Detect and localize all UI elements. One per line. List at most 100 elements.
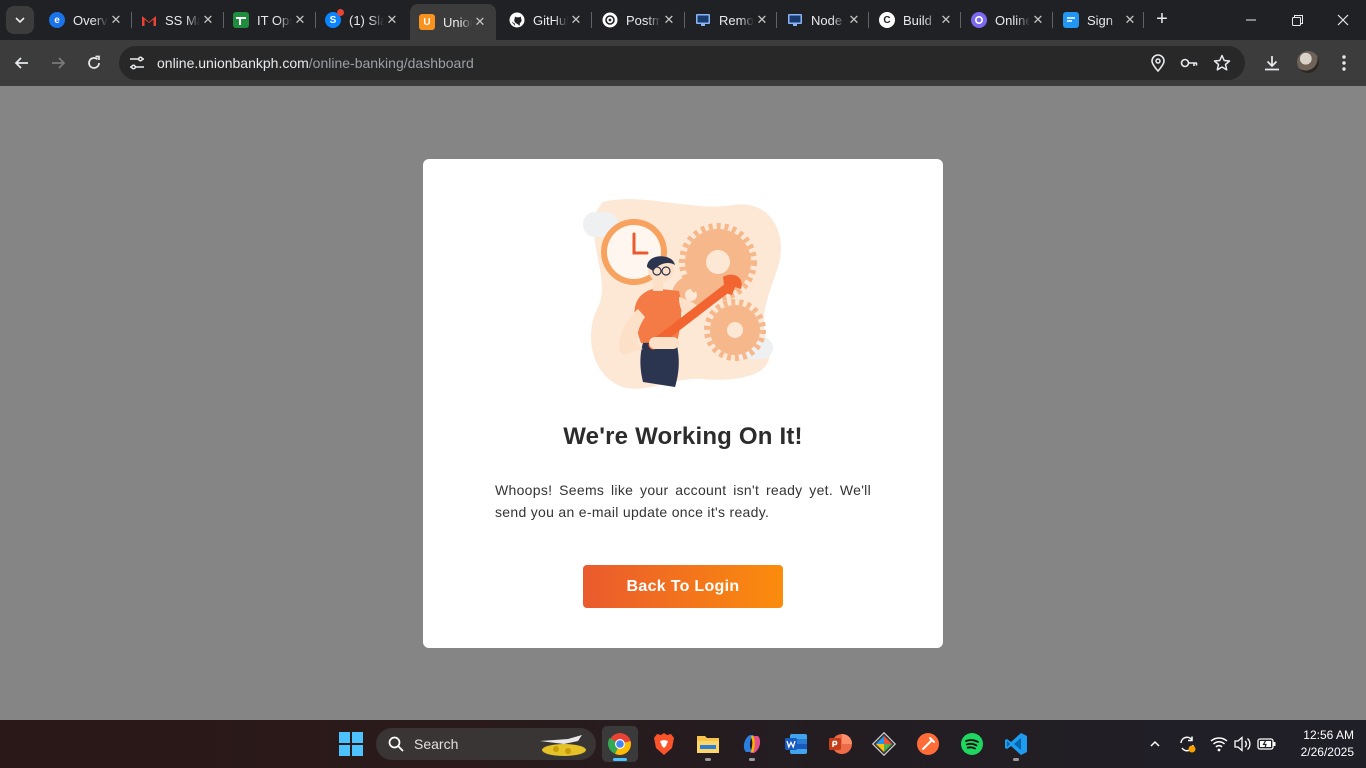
chrome-icon bbox=[608, 733, 631, 755]
tab-10[interactable]: Online ✕ bbox=[962, 4, 1054, 36]
tray-sync[interactable] bbox=[1176, 732, 1198, 756]
show-hidden-icons-button[interactable] bbox=[1144, 732, 1166, 756]
back-to-login-button[interactable]: Back To Login bbox=[583, 565, 783, 608]
close-icon[interactable]: ✕ bbox=[568, 12, 584, 28]
url-text[interactable]: online.unionbankph.com/online-banking/da… bbox=[157, 55, 474, 71]
taskbar-vscode[interactable] bbox=[998, 726, 1034, 762]
close-icon[interactable]: ✕ bbox=[938, 12, 954, 28]
openai-icon bbox=[602, 12, 618, 28]
close-icon[interactable]: ✕ bbox=[108, 12, 124, 28]
close-icon[interactable]: ✕ bbox=[1030, 12, 1046, 28]
kebab-menu-icon[interactable] bbox=[1334, 53, 1354, 73]
blue-card-icon bbox=[1063, 12, 1079, 28]
tab-6[interactable]: Postman ✕ bbox=[593, 4, 685, 36]
location-pin-icon[interactable] bbox=[1148, 53, 1168, 73]
tab-1[interactable]: SS Mail ✕ bbox=[132, 4, 224, 36]
tab-2[interactable]: IT Ops ✕ bbox=[224, 4, 316, 36]
close-icon[interactable]: ✕ bbox=[754, 12, 770, 28]
tab-11[interactable]: Sign ✕ bbox=[1054, 4, 1146, 36]
tab-7[interactable]: Remote ✕ bbox=[686, 4, 778, 36]
forward-button[interactable] bbox=[42, 47, 74, 79]
windows-start-icon[interactable] bbox=[339, 732, 363, 756]
back-button[interactable] bbox=[6, 47, 38, 79]
page-backdrop: We're Working On It! Whoops! Seems like … bbox=[0, 86, 1366, 720]
close-icon[interactable]: ✕ bbox=[384, 12, 400, 28]
clock-date: 2/26/2025 bbox=[1300, 745, 1354, 759]
taskbar-brave[interactable] bbox=[646, 726, 682, 762]
sheets-icon bbox=[233, 12, 249, 28]
taskbar-word[interactable] bbox=[778, 726, 814, 762]
tab-8[interactable]: Node ✕ bbox=[778, 4, 870, 36]
close-icon[interactable]: ✕ bbox=[472, 14, 488, 30]
tab-3[interactable]: S (1) Slack ✕ bbox=[316, 4, 408, 36]
close-icon[interactable]: ✕ bbox=[846, 12, 862, 28]
bookmark-star-icon[interactable] bbox=[1212, 53, 1232, 73]
taskbar-spotify[interactable] bbox=[954, 726, 990, 762]
profile-avatar[interactable] bbox=[1297, 51, 1319, 73]
tray-wifi[interactable] bbox=[1208, 732, 1230, 756]
reload-icon bbox=[88, 55, 100, 69]
address-bar[interactable]: online.unionbankph.com/online-banking/da… bbox=[119, 46, 1245, 80]
monitor-icon bbox=[695, 12, 711, 28]
notification-app-icon: S bbox=[325, 9, 344, 28]
reload-button[interactable] bbox=[78, 47, 110, 79]
new-tab-button[interactable]: + bbox=[1150, 8, 1174, 32]
site-info-icon[interactable] bbox=[127, 53, 147, 73]
tab-title: SS Mail bbox=[165, 12, 200, 28]
maintenance-illustration bbox=[583, 199, 781, 389]
tab-title: Remote bbox=[719, 12, 754, 28]
tab-4-active[interactable]: U UnionBank ✕ bbox=[410, 4, 496, 40]
tray-volume[interactable] bbox=[1232, 732, 1254, 756]
brave-icon bbox=[654, 733, 674, 755]
tab-strip: e Overview ✕ SS Mail ✕ IT Ops ✕ S (1) Sl… bbox=[0, 0, 1366, 40]
tab-title: Postman bbox=[626, 12, 661, 28]
tab-title: Sign bbox=[1087, 12, 1114, 28]
tab-separator bbox=[1052, 12, 1053, 28]
copilot-icon bbox=[743, 735, 761, 753]
download-icon[interactable] bbox=[1262, 53, 1282, 73]
password-key-icon[interactable] bbox=[1179, 53, 1199, 73]
speaker-icon bbox=[1234, 736, 1251, 752]
taskbar-powerpoint[interactable] bbox=[822, 726, 858, 762]
chevron-up-icon bbox=[1150, 740, 1160, 747]
tab-title: Online bbox=[995, 12, 1030, 28]
tab-title: GitHub bbox=[533, 12, 568, 28]
vscode-icon bbox=[1005, 733, 1027, 755]
status-dialog: We're Working On It! Whoops! Seems like … bbox=[423, 159, 943, 648]
tab-9[interactable]: C Build ✕ bbox=[870, 4, 962, 36]
taskbar-clock[interactable]: 12:56 AM 2/26/2025 bbox=[1284, 727, 1354, 761]
tab-separator bbox=[960, 12, 961, 28]
taskbar-copilot[interactable] bbox=[734, 726, 770, 762]
close-icon[interactable]: ✕ bbox=[292, 12, 308, 28]
edge-blue-icon: e bbox=[49, 12, 65, 28]
minimize-button[interactable] bbox=[1228, 0, 1274, 40]
taskbar-chrome[interactable] bbox=[602, 726, 638, 762]
tray-battery[interactable] bbox=[1256, 732, 1278, 756]
restore-button[interactable] bbox=[1274, 0, 1320, 40]
close-icon[interactable]: ✕ bbox=[200, 12, 216, 28]
tab-separator bbox=[1143, 12, 1144, 28]
browser-toolbar: online.unionbankph.com/online-banking/da… bbox=[0, 40, 1366, 86]
search-label: Search bbox=[414, 736, 459, 752]
taskbar-git[interactable] bbox=[866, 726, 902, 762]
taskbar-file-explorer[interactable] bbox=[690, 726, 726, 762]
unionbank-icon: U bbox=[419, 14, 435, 30]
tab-title: Build bbox=[903, 12, 932, 28]
arrow-right-icon bbox=[52, 57, 66, 69]
close-icon[interactable]: ✕ bbox=[1122, 12, 1138, 28]
taskbar-search[interactable]: Search bbox=[376, 728, 596, 760]
gmail-icon bbox=[141, 12, 157, 28]
close-icon bbox=[1337, 14, 1349, 26]
tab-separator bbox=[868, 12, 869, 28]
c-logo-icon: C bbox=[879, 12, 895, 28]
close-window-button[interactable] bbox=[1320, 0, 1366, 40]
postman-icon bbox=[917, 733, 939, 755]
taskbar-postman[interactable] bbox=[910, 726, 946, 762]
tab-0[interactable]: e Overview ✕ bbox=[40, 4, 132, 36]
tab-title: Overview bbox=[73, 12, 108, 28]
tab-search-button[interactable] bbox=[6, 6, 34, 34]
close-icon[interactable]: ✕ bbox=[661, 12, 677, 28]
file-explorer-icon bbox=[697, 736, 719, 753]
sync-icon bbox=[1180, 736, 1196, 753]
tab-5[interactable]: GitHub ✕ bbox=[500, 4, 592, 36]
